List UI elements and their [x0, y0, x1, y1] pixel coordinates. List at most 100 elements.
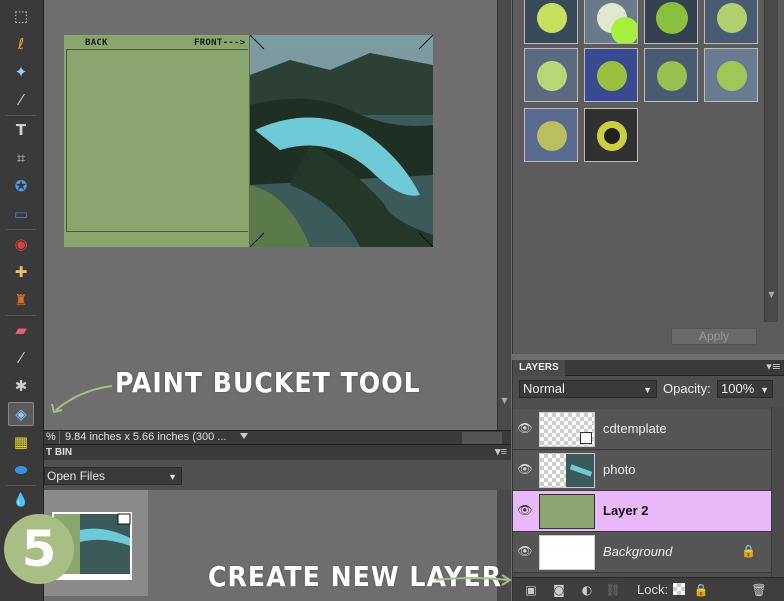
eye-icon[interactable]: 👁 [517, 421, 533, 437]
effects-panel: ▼ Apply [512, 0, 784, 354]
effect-thumbnail[interactable] [584, 48, 638, 102]
layer-thumbnail [539, 494, 595, 529]
red-eye-tool-icon[interactable]: ◉ [8, 232, 34, 256]
lock-label: Lock: [637, 582, 669, 597]
effect-thumbnail[interactable] [704, 48, 758, 102]
document-size: 9.84 inches x 5.66 inches (300 ... [65, 431, 227, 443]
lasso-tool-icon[interactable]: ℓ [8, 32, 34, 56]
shape-tool-icon[interactable]: ⬬ [8, 458, 34, 482]
effect-thumbnail[interactable] [644, 0, 698, 44]
opacity-value: 100% [721, 381, 755, 396]
effect-thumbnail[interactable] [704, 0, 758, 44]
effect-thumbnail[interactable] [584, 108, 638, 162]
toolbar-divider [6, 229, 36, 230]
crop-tool-icon[interactable]: ⌗ [8, 146, 34, 170]
layer-name: cdtemplate [603, 421, 667, 436]
canvas-vertical-scrollbar[interactable]: ▼ [497, 0, 511, 430]
paint-bucket-tool-icon[interactable]: ◈ [8, 402, 34, 426]
annotation-arrow-create-layer [435, 574, 512, 586]
chevron-down-icon: ▼ [168, 472, 177, 482]
smart-brush-tool-icon[interactable]: ✱ [8, 374, 34, 398]
eraser-tool-icon[interactable]: ▰ [8, 318, 34, 342]
annotation-arrow-paint-bucket [51, 385, 113, 414]
layer-row-cdtemplate[interactable]: 👁 cdtemplate [513, 409, 771, 450]
guide-line [66, 49, 67, 232]
front-label: FRONT---> [194, 38, 246, 48]
layers-scrollbar[interactable] [771, 407, 784, 577]
cd-template-document[interactable]: BACK FRONT---> [64, 35, 433, 247]
toolbar-divider [6, 115, 36, 116]
step-number-badge: 5 [4, 514, 74, 584]
panel-menu-icon[interactable]: ▾≡ [495, 445, 507, 458]
horizontal-scrollbar[interactable] [462, 432, 502, 444]
back-label: BACK [85, 38, 108, 48]
cd-front-photo [250, 35, 433, 247]
paint-bucket-annotation: PAINT BUCKET TOOL [115, 366, 421, 399]
project-bin-header: T BIN ▾≡ [44, 444, 511, 460]
layers-footer: ▣ ◙ ◐ ⛓ Lock: 🔒 🗑 [513, 577, 784, 601]
link-icon[interactable]: ⛓ [605, 582, 621, 598]
marquee-tool-icon[interactable]: ⬚ [8, 4, 34, 28]
effect-thumbnail[interactable] [524, 108, 578, 162]
layer-row-photo[interactable]: 👁 photo [513, 450, 771, 491]
healing-brush-tool-icon[interactable]: ✚ [8, 260, 34, 284]
eye-icon[interactable]: 👁 [517, 544, 533, 560]
guide-line [66, 49, 248, 50]
layer-row-layer-2[interactable]: 👁 Layer 2 [513, 491, 771, 532]
bin-select-value: Open Files [47, 469, 106, 483]
bin-show-select[interactable]: Open Files ▼ [44, 467, 182, 485]
layers-tab[interactable]: LAYERS [513, 360, 565, 376]
toolbar-divider [6, 485, 36, 486]
layer-name: Background [603, 544, 673, 559]
layer-thumbnail [539, 535, 595, 570]
cookie-cutter-tool-icon[interactable]: ✪ [8, 174, 34, 198]
chevron-down-icon[interactable]: ▼ [760, 382, 769, 398]
project-bin-toolbar: Open Files ▼ [44, 460, 511, 490]
cd-back-panel: BACK FRONT---> [64, 35, 250, 247]
layer-name: photo [603, 462, 636, 477]
adjustment-layer-icon[interactable]: ◐ [579, 582, 595, 598]
smart-object-icon [580, 432, 592, 444]
status-menu-arrow-icon[interactable] [240, 433, 248, 439]
blend-mode-value: Normal [523, 381, 565, 396]
gradient-tool-icon[interactable]: ▦ [8, 430, 34, 454]
layer-name: Layer 2 [603, 503, 649, 518]
new-layer-icon[interactable]: ▣ [523, 582, 539, 598]
blur-tool-icon[interactable]: 💧 [8, 488, 34, 512]
lock-icon: 🔒 [741, 544, 756, 558]
layer-mask-icon[interactable]: ◙ [551, 582, 567, 598]
panel-menu-icon[interactable]: ▾≡ [766, 360, 781, 373]
apply-button[interactable]: Apply [671, 328, 757, 345]
straighten-tool-icon[interactable]: ▭ [8, 202, 34, 226]
scroll-down-icon[interactable]: ▼ [767, 290, 776, 300]
effect-thumbnail[interactable] [584, 0, 638, 44]
lock-transparency-icon[interactable] [673, 583, 685, 595]
effect-thumbnail[interactable] [644, 48, 698, 102]
tools-panel: ⬚ ℓ ✦ ⁄ T ⌗ ✪ ▭ ◉ ✚ ♜ ▰ ⁄ ✱ ◈ ▦ ⬬ 💧 [0, 0, 44, 601]
blend-mode-select[interactable]: Normal ▼ [519, 380, 657, 398]
opacity-input[interactable]: 100% ▼ [717, 380, 773, 398]
project-bin-title: T BIN [46, 447, 73, 458]
lock-all-icon[interactable]: 🔒 [693, 582, 709, 598]
river-landscape-photo [250, 35, 433, 247]
toolbar-divider [6, 315, 36, 316]
layer-row-background[interactable]: 👁 Background 🔒 [513, 532, 771, 573]
quick-selection-tool-icon[interactable]: ⁄ [8, 88, 34, 112]
opacity-label: Opacity: [663, 381, 711, 396]
eye-icon[interactable]: 👁 [517, 503, 533, 519]
brush-tool-icon[interactable]: ⁄ [8, 346, 34, 370]
layers-tab-bar: LAYERS ▾≡ [513, 360, 784, 376]
zoom-level[interactable]: % [46, 431, 56, 443]
chevron-down-icon: ▼ [643, 385, 652, 395]
effect-thumbnail[interactable] [524, 0, 578, 44]
eye-icon[interactable]: 👁 [517, 462, 533, 478]
status-bar: % 9.84 inches x 5.66 inches (300 ... [44, 430, 511, 445]
effects-scrollbar[interactable]: ▼ [764, 0, 778, 322]
type-tool-icon[interactable]: T [8, 118, 34, 142]
layer-thumbnail [539, 412, 595, 447]
trash-icon[interactable]: 🗑 [751, 582, 767, 598]
effect-thumbnail[interactable] [524, 48, 578, 102]
clone-stamp-tool-icon[interactable]: ♜ [8, 288, 34, 312]
scroll-down-icon[interactable]: ▼ [500, 396, 509, 406]
magic-wand-tool-icon[interactable]: ✦ [8, 60, 34, 84]
